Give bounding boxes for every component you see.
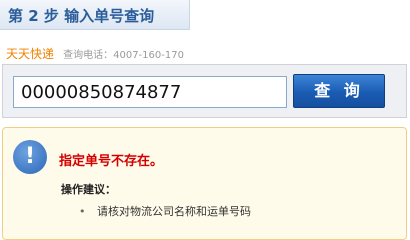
step-suffix: 步 [43, 7, 59, 25]
step-title: 第 2 步 输入单号查询 [8, 5, 154, 26]
step-number: 2 [28, 7, 39, 25]
phone-label: 查询电话：4007-160-170 [63, 50, 184, 61]
error-message: 指定单号不存在。 [59, 154, 164, 169]
step-header: 第 2 步 输入单号查询 [0, 0, 190, 30]
advice-list-item: • 请核对物流公司名称和运单号码 [79, 203, 251, 219]
advice-text: 请核对物流公司名称和运单号码 [97, 205, 251, 218]
step-prefix: 第 [8, 7, 24, 25]
search-panel: 查 询 [2, 64, 407, 118]
step-heading: 输入单号查询 [64, 7, 155, 25]
advice-heading: 操作建议： [61, 183, 116, 196]
bullet-icon: • [79, 205, 86, 218]
company-line: 天天快递 查询电话：4007-160-170 [6, 43, 184, 62]
info-icon: ! [13, 140, 47, 174]
tracking-number-input[interactable] [13, 76, 287, 108]
query-button[interactable]: 查 询 [293, 74, 385, 108]
error-notice: ! 指定单号不存在。 操作建议： • 请核对物流公司名称和运单号码 [2, 127, 407, 240]
company-name: 天天快递 [6, 47, 55, 61]
